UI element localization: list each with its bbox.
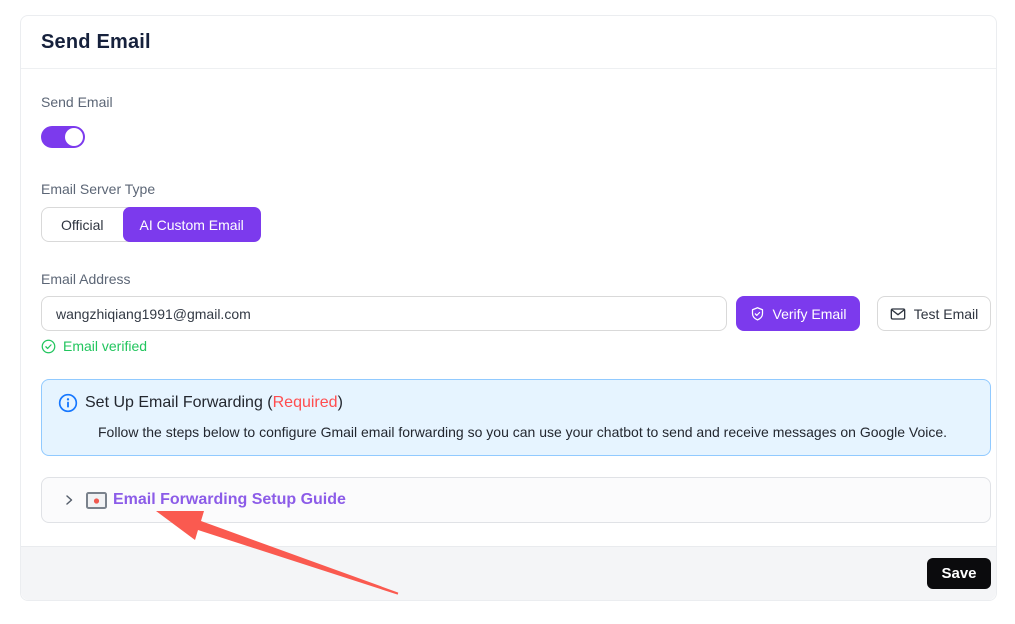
send-email-toggle[interactable]	[41, 126, 85, 148]
forwarding-info-alert: Set Up Email Forwarding (Required) Follo…	[41, 379, 991, 456]
server-type-ai-custom-button[interactable]: AI Custom Email	[123, 207, 261, 242]
send-email-card: Send Email Send Email Email Server Type …	[20, 15, 997, 601]
verified-status-text: Email verified	[63, 338, 147, 354]
forwarding-guide-panel[interactable]: Email Forwarding Setup Guide	[41, 477, 991, 523]
card-footer: Save	[21, 546, 996, 600]
send-email-label: Send Email	[41, 94, 992, 110]
card-header: Send Email	[21, 16, 996, 69]
info-circle-icon	[58, 393, 78, 413]
alert-description: Follow the steps below to configure Gmai…	[98, 424, 974, 440]
test-email-button[interactable]: Test Email	[877, 296, 991, 331]
email-row: Verify Email Test Email	[41, 296, 992, 331]
save-button[interactable]: Save	[927, 558, 991, 589]
check-circle-icon	[41, 339, 56, 354]
alert-title: Set Up Email Forwarding (Required)	[85, 394, 343, 412]
email-address-label: Email Address	[41, 271, 992, 287]
required-badge: Required	[273, 394, 338, 411]
server-type-official-button[interactable]: Official	[42, 208, 123, 241]
page-title: Send Email	[41, 31, 151, 54]
verified-status: Email verified	[41, 338, 992, 354]
server-type-label: Email Server Type	[41, 181, 992, 197]
picture-icon	[86, 492, 107, 509]
verify-email-button[interactable]: Verify Email	[736, 296, 860, 331]
chevron-right-icon[interactable]	[63, 494, 75, 506]
shield-check-icon	[750, 306, 765, 322]
email-address-input[interactable]	[41, 296, 727, 331]
alert-title-row: Set Up Email Forwarding (Required)	[58, 393, 974, 413]
guide-panel-title[interactable]: Email Forwarding Setup Guide	[113, 491, 346, 509]
test-email-label: Test Email	[914, 306, 979, 322]
card-body: Send Email Email Server Type Official AI…	[21, 94, 996, 523]
verify-email-label: Verify Email	[773, 306, 847, 322]
server-type-segmented: Official AI Custom Email	[41, 207, 261, 242]
toggle-knob	[65, 128, 83, 146]
envelope-icon	[890, 307, 906, 321]
